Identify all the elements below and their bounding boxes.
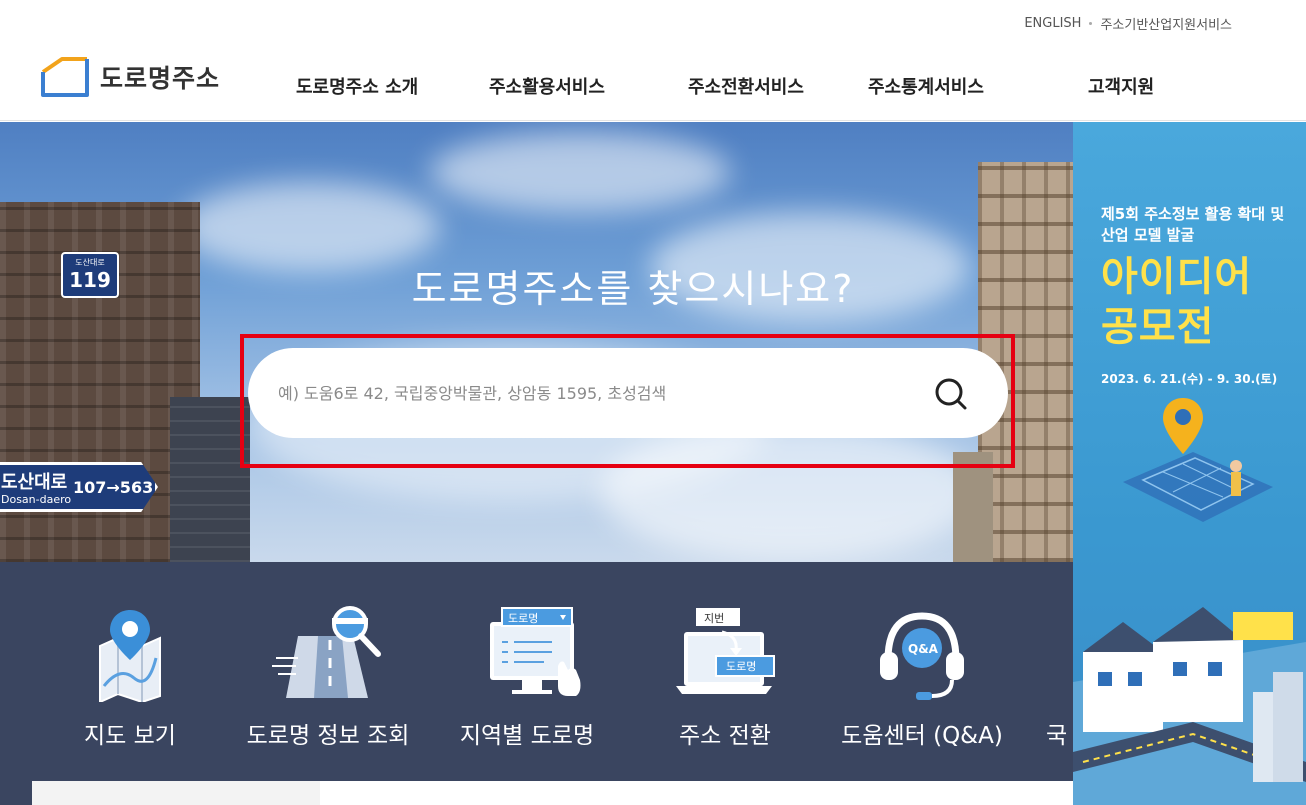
nav-address-statistics[interactable]: 주소통계서비스 — [868, 73, 984, 99]
nav-customer-support[interactable]: 고객지원 — [1088, 73, 1154, 99]
convert-badge-bottom: 도로명 — [726, 660, 756, 673]
address-search-input[interactable] — [278, 376, 898, 410]
banner-date: 2023. 6. 21.(수) - 9. 30.(토) — [1101, 372, 1278, 386]
building-right-small — [953, 452, 993, 562]
road-sign-name: 도산대로 — [1, 472, 68, 493]
quick-map-view[interactable]: 지도 보기 — [60, 602, 200, 762]
idea-contest-banner[interactable]: 제5회 주소정보 활용 확대 및 산업 모델 발굴 아이디어 공모전 2023.… — [1073, 122, 1306, 805]
building-left-small — [170, 397, 250, 562]
quick-regional-road[interactable]: 도로명 지역별 도로명 — [447, 602, 607, 762]
banner-title: 제5회 주소정보 활용 확대 및 산업 모델 발굴 — [1101, 205, 1285, 244]
nav-address-intro[interactable]: 도로명주소 소개 — [296, 73, 418, 99]
quick-label: 도움센터 (Q&A) — [841, 723, 1003, 749]
map-location-illustration — [1123, 398, 1273, 522]
hero-section: 도산대로 119 도산대로 Dosan-daero 107→563 — [0, 122, 1073, 562]
search-button[interactable] — [932, 376, 972, 412]
region-monitor-icon: 도로명 — [490, 607, 581, 696]
nav-address-conversion[interactable]: 주소전환서비스 — [688, 73, 804, 99]
utility-links: ENGLISH 주소기반산업지원서비스 — [1024, 14, 1232, 33]
content-strip-left — [32, 781, 320, 805]
convert-badge-top: 지번 — [704, 612, 724, 625]
quick-label: 주소 전환 — [679, 723, 771, 749]
separator-dot — [1089, 22, 1093, 25]
english-link[interactable]: ENGLISH — [1024, 16, 1081, 31]
address-industry-link[interactable]: 주소기반산업지원서비스 — [1100, 14, 1232, 33]
address-convert-icon: 지번 도로명 — [676, 608, 775, 694]
quick-label: 지도 보기 — [84, 723, 176, 749]
quick-label: 도로명 정보 조회 — [246, 723, 410, 749]
nav-address-services[interactable]: 주소활용서비스 — [489, 73, 605, 99]
quick-label: 지역별 도로명 — [459, 723, 595, 749]
content-strip — [32, 781, 1073, 805]
cloud — [430, 132, 730, 212]
map-pin-icon — [99, 610, 161, 702]
search-box — [248, 348, 1008, 438]
search-icon — [935, 378, 967, 410]
road-search-icon — [272, 606, 381, 698]
road-sign-roman: Dosan-daero — [1, 493, 72, 506]
city-illustration — [1073, 607, 1306, 805]
road-sign-range: 107→563 — [73, 478, 154, 497]
banner-headline-line2: 공모전 — [1101, 304, 1215, 350]
quick-help-center[interactable]: Q&A 도움센터 (Q&A) — [832, 602, 1012, 762]
quick-road-info[interactable]: 도로명 정보 조회 — [233, 602, 423, 762]
site-header: ENGLISH 주소기반산업지원서비스 도로명주소 도로명주소 소개 주소활용서… — [0, 0, 1306, 121]
main-nav: 도로명주소 소개 주소활용서비스 주소전환서비스 주소통계서비스 고객지원 — [0, 73, 1306, 99]
road-name-sign: 도산대로 Dosan-daero 107→563 — [0, 462, 158, 512]
quick-menu: 지도 보기 도로명 정보 조회 도로명 지역별 도로명 지번 도로명 주소 전환… — [0, 562, 1073, 805]
cloud — [600, 422, 980, 562]
region-badge-text: 도로명 — [508, 612, 538, 625]
banner-headline: 아이디어 공모전 — [1101, 252, 1252, 352]
banner-headline-line1: 아이디어 — [1101, 254, 1253, 300]
headset-qa-icon: Q&A — [880, 612, 964, 700]
quick-address-convert[interactable]: 지번 도로명 주소 전환 — [650, 602, 800, 762]
qa-badge-text: Q&A — [908, 642, 939, 656]
